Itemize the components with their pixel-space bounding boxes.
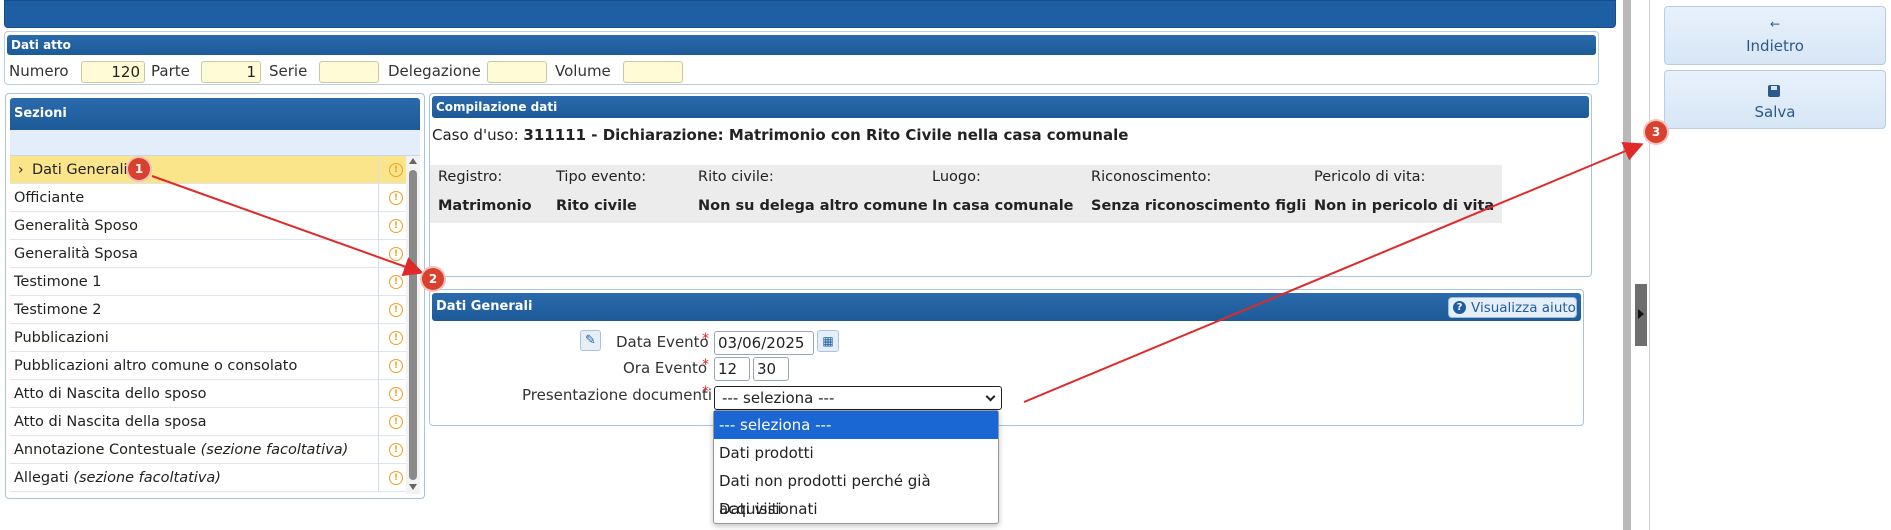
arrow-1-to-2 [151,175,424,277]
annotation-arrows [151,141,1644,403]
annotation-badge-1: 1 [128,158,150,180]
arrow-dropdown-to-3 [1023,141,1644,403]
annotation-badge-2: 2 [422,268,444,290]
annotation-badge-3: 3 [1645,121,1667,143]
